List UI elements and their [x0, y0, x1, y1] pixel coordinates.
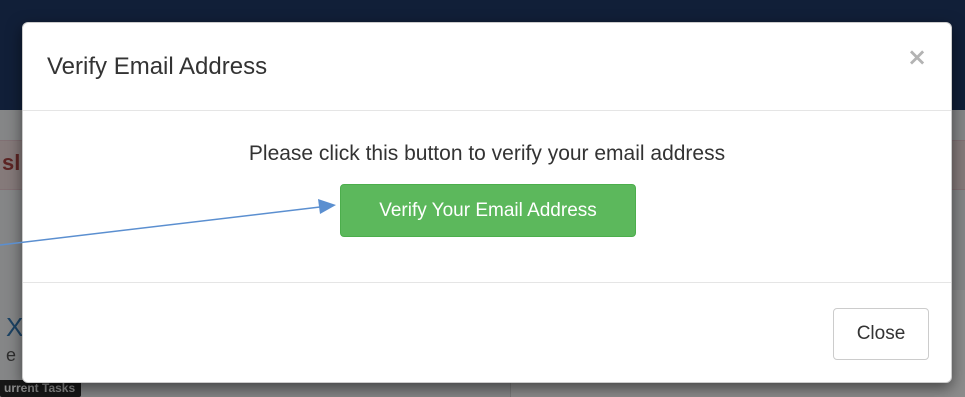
- verify-email-modal: Verify Email Address × Please click this…: [22, 22, 952, 383]
- verify-message: Please click this button to verify your …: [248, 142, 726, 165]
- close-icon[interactable]: ×: [905, 45, 929, 69]
- modal-body: Please click this button to verify your …: [23, 111, 951, 283]
- modal-header: Verify Email Address ×: [23, 23, 951, 111]
- close-button[interactable]: Close: [833, 308, 929, 360]
- modal-footer: Close: [23, 283, 951, 383]
- modal-title: Verify Email Address: [47, 53, 268, 80]
- verify-email-button[interactable]: Verify Your Email Address: [340, 184, 636, 237]
